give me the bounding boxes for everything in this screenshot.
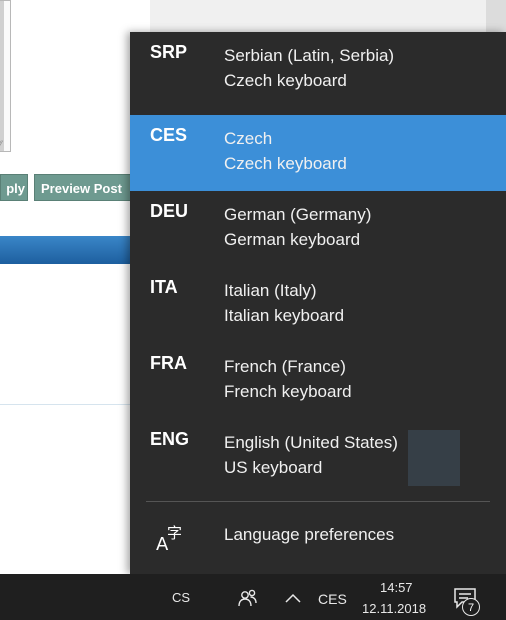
language-item-ita[interactable]: ITA Italian (Italy) Italian keyboard xyxy=(130,267,506,343)
people-icon[interactable] xyxy=(236,586,260,610)
preview-post-button[interactable]: Preview Post xyxy=(34,174,134,201)
divider-line xyxy=(0,404,130,405)
language-name: Italian (Italy) xyxy=(224,281,317,300)
textarea-scrollbar[interactable] xyxy=(0,1,4,151)
language-preferences-link[interactable]: A 字 Language preferences xyxy=(130,508,506,568)
section-header-bar xyxy=(0,236,150,264)
resize-grip-icon[interactable]: ⁄⁄ xyxy=(0,139,2,149)
chevron-up-icon[interactable] xyxy=(284,591,302,603)
svg-text:字: 字 xyxy=(167,524,182,542)
reply-button[interactable]: ply xyxy=(0,174,28,201)
language-code: CES xyxy=(150,125,188,145)
language-name: Serbian (Latin, Serbia) xyxy=(224,46,395,65)
language-code: ENG xyxy=(150,429,190,449)
language-code: SRP xyxy=(150,42,188,62)
clock-time[interactable]: 14:57 xyxy=(380,580,413,595)
keyboard-layout: Czech keyboard xyxy=(224,71,347,90)
language-name: German (Germany) xyxy=(224,205,372,224)
language-flyout: SRP Serbian (Latin, Serbia) Czech keyboa… xyxy=(130,32,506,574)
keyboard-indicator[interactable]: CS xyxy=(172,590,190,605)
language-name: French (France) xyxy=(224,357,346,376)
language-item-fra[interactable]: FRA French (France) French keyboard xyxy=(130,343,506,419)
language-icon: A 字 xyxy=(156,522,186,555)
post-textarea[interactable]: ⁄⁄ xyxy=(0,0,11,152)
notification-count-badge: 7 xyxy=(462,598,480,616)
language-item-ces[interactable]: CES Czech Czech keyboard xyxy=(130,115,506,191)
keyboard-layout: US keyboard xyxy=(224,458,323,477)
input-language-indicator[interactable]: CES xyxy=(318,591,347,607)
language-preferences-label: Language preferences xyxy=(224,525,395,544)
language-item-eng[interactable]: ENG English (United States) US keyboard xyxy=(130,419,506,495)
language-item-srp[interactable]: SRP Serbian (Latin, Serbia) Czech keyboa… xyxy=(130,32,506,108)
clock-date[interactable]: 12.11.2018 xyxy=(362,601,426,616)
taskbar: CS CES 14:57 12.11.2018 xyxy=(0,574,506,620)
language-code: ITA xyxy=(150,277,178,297)
language-item-deu[interactable]: DEU German (Germany) German keyboard xyxy=(130,191,506,267)
keyboard-layout: Italian keyboard xyxy=(224,306,345,325)
flyout-divider xyxy=(146,501,490,502)
keyboard-layout: Czech keyboard xyxy=(224,154,347,173)
keyboard-layout: German keyboard xyxy=(224,230,361,249)
language-code: DEU xyxy=(150,201,189,221)
keyboard-layout: French keyboard xyxy=(224,382,352,401)
language-name: English (United States) xyxy=(224,433,398,452)
language-code: FRA xyxy=(150,353,187,373)
language-name: Czech xyxy=(224,129,273,148)
